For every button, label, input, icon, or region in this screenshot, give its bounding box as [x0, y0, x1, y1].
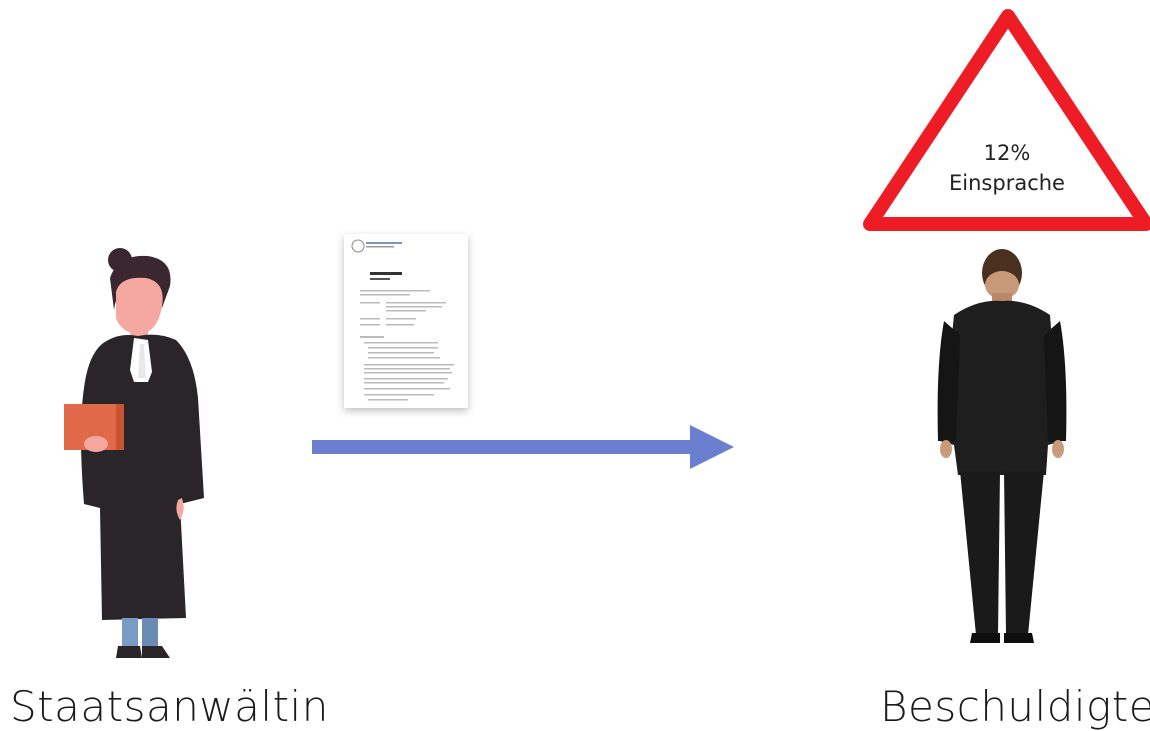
warning-triangle	[863, 9, 1150, 231]
warning-caption: Einsprache	[949, 171, 1065, 195]
prosecutor-icon	[64, 248, 204, 658]
document	[344, 234, 468, 408]
prosecutor-figure	[64, 248, 204, 658]
accused-man-icon	[937, 249, 1067, 643]
prosecutor-label: Staatsanwältin	[10, 682, 329, 731]
warning-percent: 12%	[983, 141, 1031, 165]
flow-arrow	[312, 425, 734, 469]
arrow-right-icon	[312, 425, 734, 469]
warning-label: 12% Einsprache	[932, 138, 1082, 198]
penalty-order-document-icon	[344, 234, 468, 408]
accused-label: Beschuldigter	[880, 682, 1150, 731]
accused-figure	[937, 249, 1067, 643]
